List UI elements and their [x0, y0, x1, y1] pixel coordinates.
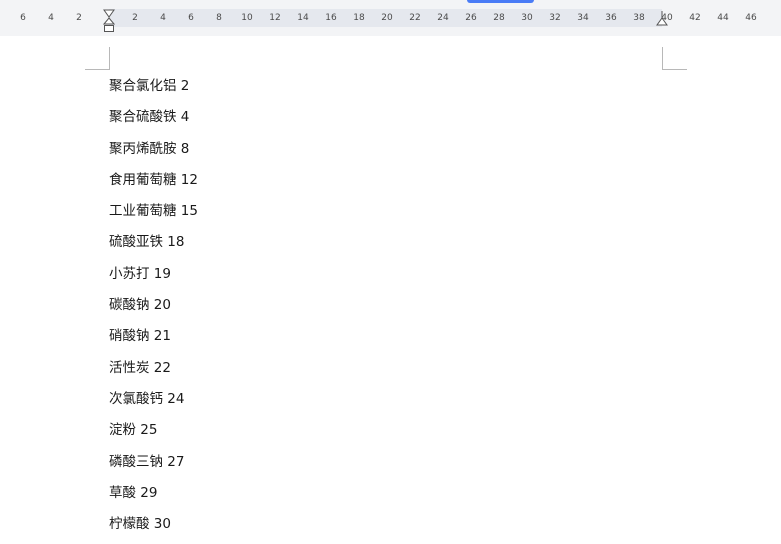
text-line[interactable]: 磷酸三钠 27 — [109, 451, 198, 482]
ruler-tick: 34 — [577, 13, 589, 23]
text-line[interactable]: 次氯酸钙 24 — [109, 388, 198, 419]
text-line[interactable]: 柠檬酸 30 — [109, 513, 198, 544]
margin-corner-top-left — [85, 47, 110, 70]
document-body[interactable]: 聚合氯化铝 2 聚合硫酸铁 4 聚丙烯酰胺 8 食用葡萄糖 12 工业葡萄糖 1… — [109, 75, 198, 544]
text-line[interactable]: 食用葡萄糖 12 — [109, 169, 198, 200]
ruler-tick: 42 — [689, 13, 701, 23]
text-line[interactable]: 淀粉 25 — [109, 419, 198, 450]
right-indent-marker-icon[interactable] — [656, 11, 668, 27]
ruler-tick: 2 — [132, 13, 138, 23]
ruler-tick: 46 — [745, 13, 757, 23]
text-line[interactable]: 碳酸钠 20 — [109, 294, 198, 325]
ruler-tick: 2 — [76, 13, 82, 23]
horizontal-ruler: 6 4 2 2 4 6 8 10 12 14 16 18 20 22 24 26… — [0, 0, 781, 36]
ruler-tick: 4 — [160, 13, 166, 23]
ruler-tick: 4 — [48, 13, 54, 23]
ruler-tick: 28 — [493, 13, 505, 23]
ruler-tick: 44 — [717, 13, 729, 23]
text-line[interactable]: 硫酸亚铁 18 — [109, 231, 198, 262]
text-line[interactable]: 聚合氯化铝 2 — [109, 75, 198, 106]
ruler-tick: 8 — [216, 13, 222, 23]
ruler-tick: 12 — [269, 13, 281, 23]
ruler-tick: 10 — [241, 13, 253, 23]
ruler-tick: 22 — [409, 13, 421, 23]
ruler-tick: 36 — [605, 13, 617, 23]
ruler-tick: 16 — [325, 13, 337, 23]
ruler-tick: 20 — [381, 13, 393, 23]
text-line[interactable]: 工业葡萄糖 15 — [109, 200, 198, 231]
text-line[interactable]: 聚合硫酸铁 4 — [109, 106, 198, 137]
ruler-tick: 6 — [20, 13, 26, 23]
text-line[interactable]: 活性炭 22 — [109, 357, 198, 388]
ruler-tick: 26 — [465, 13, 477, 23]
ruler-tick: 38 — [633, 13, 645, 23]
ruler-tick: 18 — [353, 13, 365, 23]
active-tab-indicator[interactable] — [467, 0, 534, 3]
margin-corner-top-right — [662, 47, 687, 70]
ruler-tick: 32 — [549, 13, 561, 23]
ruler-tick: 24 — [437, 13, 449, 23]
first-line-indent-marker-icon[interactable] — [103, 9, 115, 33]
ruler-tick: 30 — [521, 13, 533, 23]
text-line[interactable]: 聚丙烯酰胺 8 — [109, 138, 198, 169]
ruler-tick: 14 — [297, 13, 309, 23]
text-line[interactable]: 硝酸钠 21 — [109, 325, 198, 356]
text-line[interactable]: 草酸 29 — [109, 482, 198, 513]
ruler-tick: 6 — [188, 13, 194, 23]
text-line[interactable]: 小苏打 19 — [109, 263, 198, 294]
